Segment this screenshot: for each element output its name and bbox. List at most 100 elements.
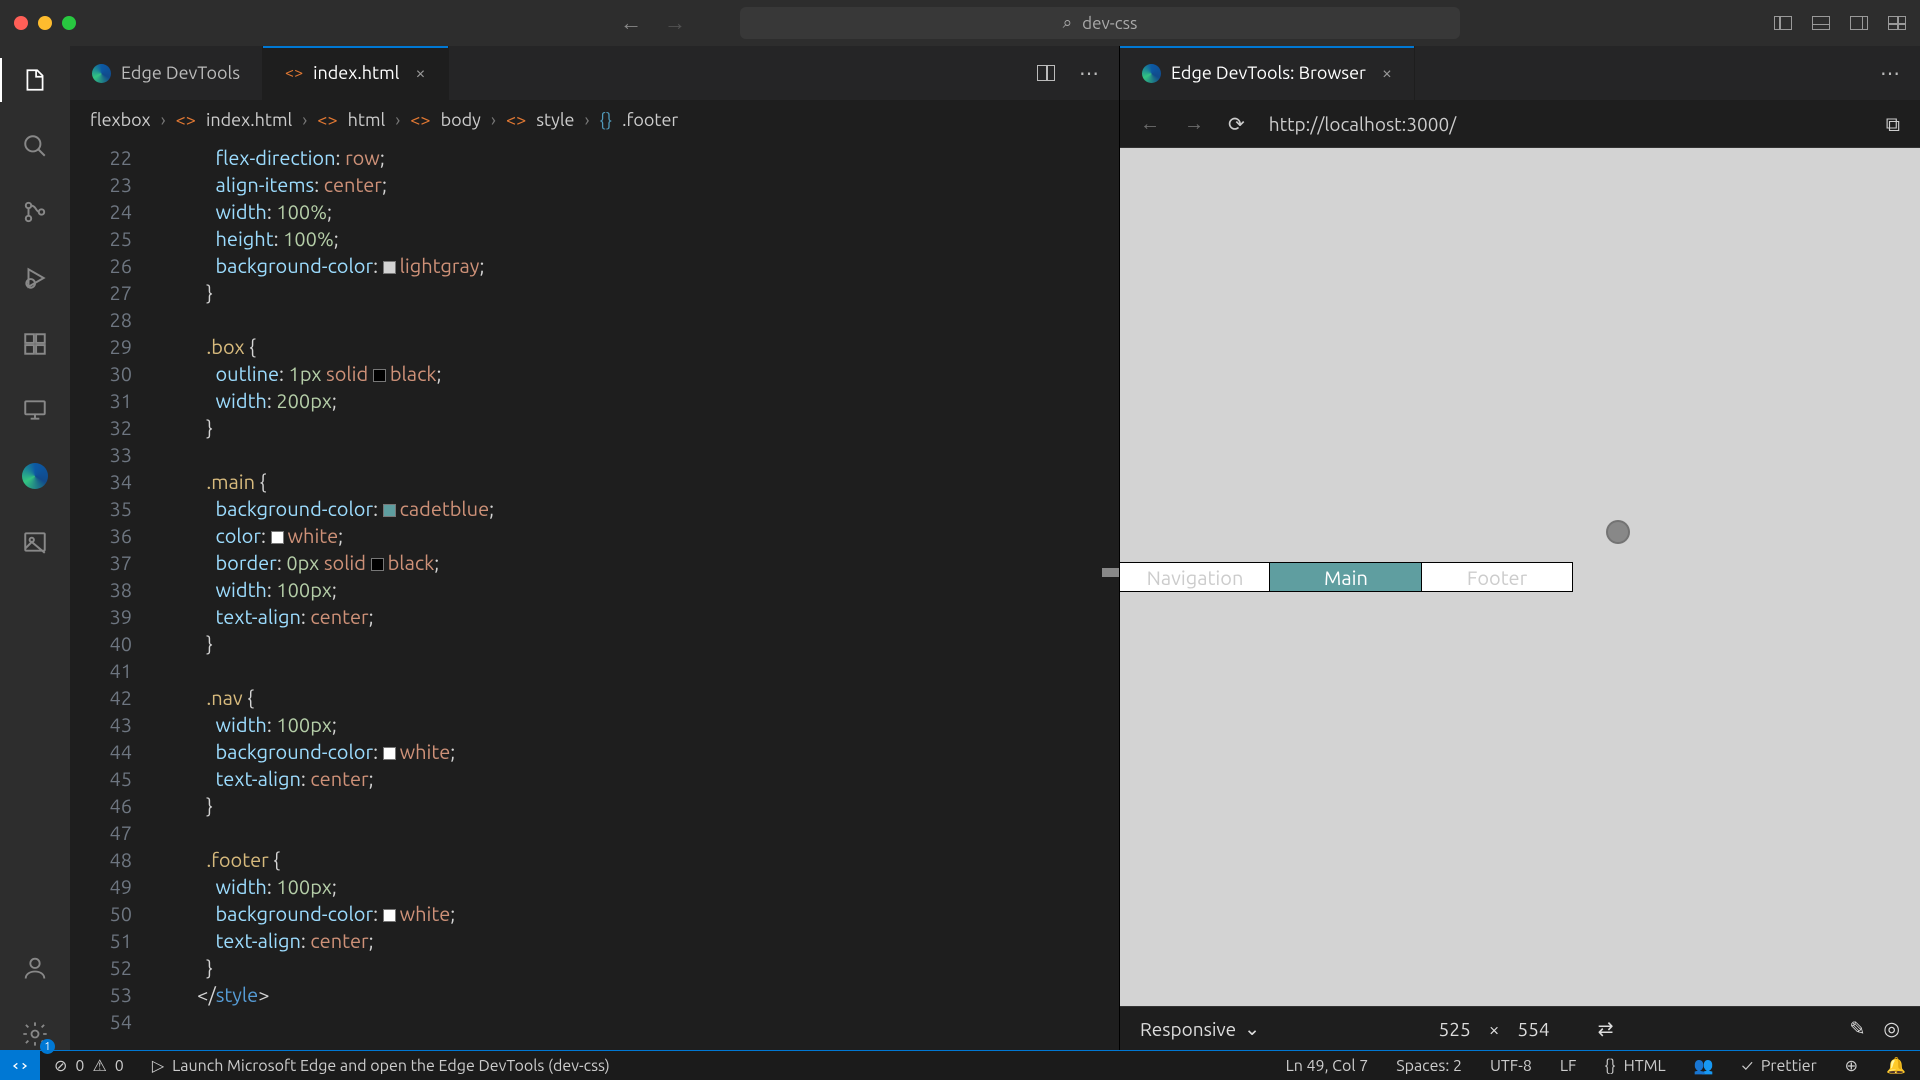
prettier-status[interactable]: ✓ Prettier xyxy=(1728,1056,1831,1075)
remote-explorer-icon[interactable] xyxy=(19,394,51,426)
code-editor[interactable]: 2223242526272829303132333435363738394041… xyxy=(70,140,1119,1050)
tab-edge-devtools[interactable]: Edge DevTools xyxy=(70,46,263,100)
explorer-icon[interactable] xyxy=(19,64,51,96)
device-label: Responsive xyxy=(1140,1018,1236,1040)
cursor-position[interactable]: Ln 49, Col 7 xyxy=(1272,1056,1383,1075)
browser-back-icon[interactable]: ← xyxy=(1140,111,1160,136)
back-icon[interactable]: ← xyxy=(620,10,642,36)
url-bar[interactable]: http://localhost:3000/ xyxy=(1269,113,1862,135)
tab-browser[interactable]: Edge DevTools: Browser × xyxy=(1120,46,1415,100)
run-debug-icon[interactable] xyxy=(19,262,51,294)
code-content[interactable]: flex-direction: row; align-items: center… xyxy=(150,140,1119,1050)
edge-tools-icon[interactable] xyxy=(19,460,51,492)
line-gutter: 2223242526272829303132333435363738394041… xyxy=(70,140,150,1050)
preview-main-box: Main xyxy=(1270,563,1422,591)
maximize-window-button[interactable] xyxy=(62,16,76,30)
tag-icon: <> xyxy=(506,110,526,130)
window-controls xyxy=(14,16,76,30)
crumb-body[interactable]: body xyxy=(441,110,481,130)
search-icon: ⌕ xyxy=(1063,13,1073,33)
more-actions-icon[interactable]: ⋯ xyxy=(1880,61,1900,85)
notifications-icon[interactable]: 🔔 xyxy=(1872,1056,1920,1075)
tab-label: Edge DevTools xyxy=(121,63,240,83)
status-bar: ⊘0 ⚠0 ▷ Launch Microsoft Edge and open t… xyxy=(0,1050,1920,1080)
live-share-icon[interactable]: 👥 xyxy=(1680,1056,1728,1075)
workbench: 1 Edge DevTools <> index.html × ⋯ xyxy=(0,46,1920,1050)
preview-footer-box: Footer xyxy=(1422,563,1572,591)
html-file-icon: <> xyxy=(176,110,196,130)
close-icon[interactable]: × xyxy=(415,63,425,83)
crumb-style[interactable]: style xyxy=(536,110,574,130)
indentation[interactable]: Spaces: 2 xyxy=(1382,1056,1476,1075)
search-icon[interactable] xyxy=(19,130,51,162)
viewport-width[interactable]: 525 xyxy=(1439,1018,1471,1040)
activity-bar: 1 xyxy=(0,46,70,1050)
settings-gear-icon[interactable]: 1 xyxy=(19,1018,51,1050)
reload-icon[interactable]: ⟳ xyxy=(1228,112,1245,136)
editor-tabs: Edge DevTools <> index.html × ⋯ xyxy=(70,46,1119,100)
device-selector[interactable]: Responsive ⌄ xyxy=(1140,1017,1260,1040)
tab-label: index.html xyxy=(313,63,399,83)
debug-icon: ▷ xyxy=(152,1056,164,1075)
open-devtools-icon[interactable]: ⧉ xyxy=(1886,112,1900,136)
chevron-down-icon: ⌄ xyxy=(1244,1017,1260,1040)
toggle-primary-sidebar-icon[interactable] xyxy=(1774,16,1792,30)
breadcrumb[interactable]: flexbox› <>index.html› <>html› <>body› <… xyxy=(70,100,1119,140)
device-toolbar: Responsive ⌄ 525 × 554 ⇄ ✎ ◎ xyxy=(1120,1006,1920,1050)
dimension-separator-icon: × xyxy=(1489,1018,1500,1040)
problems-indicator[interactable]: ⊘0 ⚠0 xyxy=(40,1056,138,1075)
browser-forward-icon[interactable]: → xyxy=(1184,111,1204,136)
warning-icon: ⚠ xyxy=(92,1056,106,1075)
feedback-icon[interactable]: ⊕ xyxy=(1831,1056,1872,1075)
customize-layout-icon[interactable] xyxy=(1888,16,1906,30)
split-editor-icon[interactable] xyxy=(1037,65,1055,81)
preview-content: Navigation Main Footer xyxy=(1120,563,1572,591)
preview-nav-box: Navigation xyxy=(1120,563,1270,591)
browser-group: Edge DevTools: Browser × ⋯ ← → ⟳ http://… xyxy=(1120,46,1920,1050)
tag-icon: <> xyxy=(410,110,430,130)
minimize-window-button[interactable] xyxy=(38,16,52,30)
crumb-folder[interactable]: flexbox xyxy=(90,110,151,130)
close-window-button[interactable] xyxy=(14,16,28,30)
crumb-footer[interactable]: .footer xyxy=(622,110,678,130)
toggle-secondary-sidebar-icon[interactable] xyxy=(1850,16,1868,30)
rotate-icon[interactable]: ⇄ xyxy=(1598,1017,1614,1040)
source-control-icon[interactable] xyxy=(19,196,51,228)
eol[interactable]: LF xyxy=(1546,1056,1591,1075)
history-nav: ← → xyxy=(620,10,686,36)
edge-icon xyxy=(92,64,111,83)
image-preview-icon[interactable] xyxy=(19,526,51,558)
error-icon: ⊘ xyxy=(54,1056,67,1075)
remote-indicator[interactable] xyxy=(0,1051,40,1080)
settings-badge: 1 xyxy=(40,1039,55,1054)
accounts-icon[interactable] xyxy=(19,952,51,984)
browser-preview[interactable]: Navigation Main Footer xyxy=(1120,148,1920,1006)
toggle-panel-icon[interactable] xyxy=(1812,16,1830,30)
window-title: dev-css xyxy=(1082,14,1137,33)
crumb-html[interactable]: html xyxy=(348,110,386,130)
html-file-icon: <> xyxy=(285,64,303,82)
tag-icon: <> xyxy=(317,110,337,130)
forward-icon[interactable]: → xyxy=(664,10,686,36)
more-actions-icon[interactable]: ⋯ xyxy=(1079,61,1099,85)
crumb-file[interactable]: index.html xyxy=(206,110,292,130)
browser-toolbar: ← → ⟳ http://localhost:3000/ ⧉ xyxy=(1120,100,1920,148)
braces-icon: {} xyxy=(1604,1057,1615,1075)
viewport-height[interactable]: 554 xyxy=(1517,1018,1549,1040)
screencast-target-icon[interactable]: ◎ xyxy=(1883,1017,1900,1040)
editor-group: Edge DevTools <> index.html × ⋯ flexbox›… xyxy=(70,46,1120,1050)
extensions-icon[interactable] xyxy=(19,328,51,360)
edge-icon xyxy=(1142,64,1161,83)
screencast-edit-icon[interactable]: ✎ xyxy=(1849,1017,1865,1040)
launch-label: Launch Microsoft Edge and open the Edge … xyxy=(172,1057,610,1075)
language-mode[interactable]: {} HTML xyxy=(1590,1056,1679,1075)
resize-handle[interactable] xyxy=(1102,568,1119,577)
close-icon[interactable]: × xyxy=(1382,63,1392,83)
launch-task[interactable]: ▷ Launch Microsoft Edge and open the Edg… xyxy=(138,1056,624,1075)
titlebar: ← → ⌕ dev-css xyxy=(0,0,1920,46)
command-center[interactable]: ⌕ dev-css xyxy=(740,7,1460,39)
css-rule-icon: {} xyxy=(600,110,613,130)
check-icon: ✓ xyxy=(1742,1057,1753,1075)
tab-index-html[interactable]: <> index.html × xyxy=(263,46,449,100)
encoding[interactable]: UTF-8 xyxy=(1476,1056,1546,1075)
